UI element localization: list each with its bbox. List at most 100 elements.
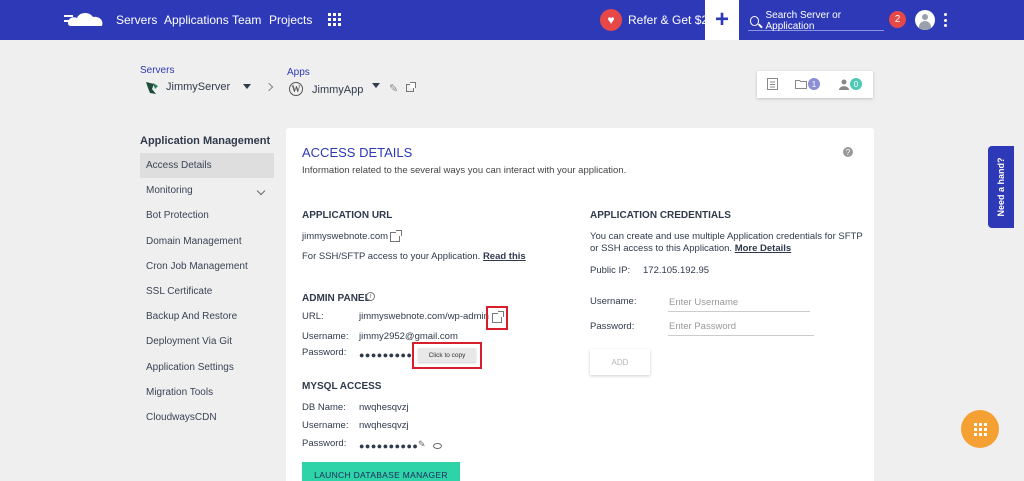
nav-servers[interactable]: Servers	[116, 13, 157, 27]
sidebar-item-monitoring[interactable]: Monitoring	[140, 178, 274, 203]
sidebar-item-label: SSL Certificate	[146, 286, 213, 297]
sidebar-item-label: Application Settings	[146, 362, 234, 373]
nav-applications[interactable]: Applications	[164, 13, 229, 27]
db-password-masked[interactable]: ●●●●●●●●●●	[359, 441, 418, 451]
avatar[interactable]	[915, 10, 935, 30]
mysql-heading: MYSQL ACCESS	[302, 381, 382, 392]
sidebar-item-backup[interactable]: Backup And Restore	[140, 304, 274, 329]
sidebar-item-cron-job[interactable]: Cron Job Management	[140, 254, 274, 279]
wordpress-icon: W	[289, 82, 303, 96]
sidebar-item-label: Deployment Via Git	[146, 336, 232, 347]
nav-team[interactable]: Team	[232, 13, 261, 27]
apps-fab-icon[interactable]	[961, 410, 999, 448]
show-password-icon[interactable]	[433, 443, 442, 449]
cred-username-input[interactable]: Enter Username	[668, 294, 810, 312]
admin-password-label: Password:	[302, 347, 347, 358]
servers-label: Servers	[140, 65, 175, 76]
sidebar-item-access-details[interactable]: Access Details	[140, 153, 274, 178]
files-count-badge: 1	[808, 78, 820, 90]
ssh-text: For SSH/SFTP access to your Application.	[302, 251, 481, 262]
sidebar-item-domain-management[interactable]: Domain Management	[140, 229, 274, 254]
help-icon[interactable]: ?	[843, 147, 853, 157]
top-navbar: Servers Applications Team Projects ♥ Ref…	[0, 0, 1024, 40]
admin-password-masked[interactable]: ●●●●●●●●●	[359, 350, 412, 360]
read-this-link[interactable]: Read this	[483, 251, 526, 262]
admin-url-link[interactable]: jimmyswebnote.com/wp-admin	[359, 311, 489, 322]
highlight-box	[412, 342, 482, 369]
cred-password-label: Password:	[590, 321, 635, 332]
notification-badge[interactable]: 2	[889, 11, 906, 28]
admin-panel-heading: ADMIN PANEL	[302, 293, 371, 304]
more-details-link[interactable]: More Details	[735, 243, 792, 254]
sidebar-item-cdn[interactable]: CloudwaysCDN	[140, 405, 274, 430]
nav-projects[interactable]: Projects	[269, 13, 312, 27]
sidebar-item-label: CloudwaysCDN	[146, 412, 217, 423]
chevron-right-icon	[264, 82, 274, 92]
page-description: Information related to the several ways …	[302, 165, 627, 176]
app-selector[interactable]: JimmyApp	[312, 84, 363, 96]
highlight-box	[486, 306, 508, 330]
refer-button[interactable]: ♥ Refer & Get $20	[600, 9, 715, 31]
credentials-desc-text: or SSH access to this Application.	[590, 243, 733, 254]
sidebar-item-app-settings[interactable]: Application Settings	[140, 355, 274, 380]
sidebar-item-label: Migration Tools	[146, 387, 214, 398]
cloudways-logo[interactable]	[64, 9, 106, 31]
launch-database-manager-button[interactable]: LAUNCH DATABASE MANAGER	[302, 462, 460, 481]
db-username-label: Username:	[302, 420, 349, 431]
server-selector[interactable]: JimmyServer	[166, 81, 230, 93]
db-name-label: DB Name:	[302, 402, 346, 413]
db-password-label: Password:	[302, 438, 347, 449]
page-title: ACCESS DETAILS	[302, 145, 413, 160]
db-username-value: nwqhesqvzj	[359, 420, 409, 431]
ssh-access-text: For SSH/SFTP access to your Application.…	[302, 251, 526, 262]
users-count-badge: 0	[850, 78, 862, 90]
app-dropdown-icon[interactable]	[372, 83, 380, 88]
external-link-icon[interactable]	[390, 230, 402, 242]
cred-password-input[interactable]: Enter Password	[668, 318, 814, 336]
db-name-value: nwqhesqvzj	[359, 402, 409, 413]
server-dropdown-icon[interactable]	[243, 84, 251, 89]
admin-url-label: URL:	[302, 311, 324, 322]
users-icon[interactable]: 0	[839, 78, 862, 90]
add-credential-button[interactable]: ADD	[590, 349, 650, 375]
edit-app-icon[interactable]: ✎	[389, 82, 398, 95]
search-placeholder: Search Server or Application	[765, 9, 842, 32]
credentials-heading: APPLICATION CREDENTIALS	[590, 210, 731, 221]
search-input[interactable]: Search Server or Application	[748, 9, 884, 32]
info-icon[interactable]: i	[366, 292, 375, 301]
sidebar-item-label: Cron Job Management	[146, 261, 248, 272]
sidebar-item-label: Backup And Restore	[146, 311, 238, 322]
admin-username-value: jimmy2952@gmail.com	[359, 331, 458, 342]
sidebar-title: Application Management	[140, 135, 271, 147]
add-new-button[interactable]: +	[705, 0, 739, 40]
need-hand-label: Need a hand?	[996, 157, 1006, 217]
heart-icon: ♥	[600, 9, 622, 31]
app-toolbar: 1 0	[757, 71, 873, 98]
server-provider-icon	[146, 82, 158, 94]
sidebar-item-label: Domain Management	[146, 236, 242, 247]
credentials-desc-line1: You can create and use multiple Applicat…	[590, 231, 863, 242]
edit-password-icon[interactable]: ✎	[418, 439, 426, 450]
sidebar-item-label: Monitoring	[146, 185, 193, 196]
app-url-heading: APPLICATION URL	[302, 210, 393, 221]
sidebar-item-label: Access Details	[146, 160, 212, 171]
folder-icon[interactable]: 1	[795, 78, 820, 90]
app-url-link[interactable]: jimmyswebnote.com	[302, 231, 388, 242]
sidebar-item-migration[interactable]: Migration Tools	[140, 380, 274, 405]
sidebar-item-label: Bot Protection	[146, 210, 209, 221]
public-ip-value: 172.105.192.95	[643, 265, 710, 276]
sidebar-item-ssl[interactable]: SSL Certificate	[140, 279, 274, 304]
apps-label: Apps	[287, 67, 310, 78]
search-icon	[750, 15, 760, 26]
list-icon[interactable]	[767, 78, 778, 90]
admin-username-label: Username:	[302, 331, 349, 342]
refer-label: Refer & Get $20	[628, 13, 715, 27]
sidebar-item-deployment-git[interactable]: Deployment Via Git	[140, 329, 274, 354]
public-ip-label: Public IP:	[590, 265, 631, 276]
cred-username-label: Username:	[590, 296, 637, 307]
need-a-hand-tab[interactable]: Need a hand?	[988, 146, 1014, 228]
open-app-icon[interactable]	[406, 82, 416, 92]
sidebar-item-bot-protection[interactable]: Bot Protection	[140, 203, 274, 228]
apps-grid-icon[interactable]	[328, 13, 341, 26]
more-menu-icon[interactable]	[944, 13, 948, 27]
